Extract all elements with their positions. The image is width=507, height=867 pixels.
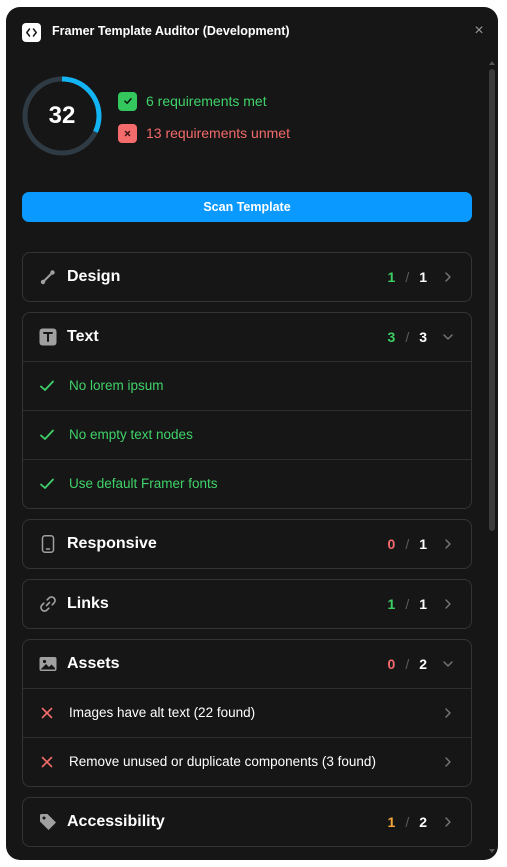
section-text: Text 3 / 3 No lorem ipsum No empty text no… (22, 312, 472, 509)
requirements-unmet: 13 requirements unmet (118, 123, 290, 143)
section-header-text[interactable]: Text 3 / 3 (23, 313, 471, 361)
close-icon[interactable]: × (469, 21, 489, 41)
section-count-assets: 0 / 2 (388, 656, 427, 672)
chevron-down-icon[interactable] (441, 657, 455, 671)
section-title-text: Text (67, 328, 99, 345)
scroll-thumb[interactable] (489, 69, 495, 531)
section-header-links[interactable]: Links 1 / 1 (23, 580, 471, 628)
check-icon (118, 91, 137, 111)
image-icon (39, 657, 57, 671)
passed-count: 1 (387, 814, 396, 830)
x-icon (41, 756, 53, 768)
section-title-assets: Assets (67, 655, 120, 672)
section-header-accessibility[interactable]: Accessibility 1 / 2 (23, 798, 471, 846)
section-count-design: 1 / 1 (388, 269, 427, 285)
passed-count: 3 (387, 329, 396, 345)
section-header-assets[interactable]: Assets 0 / 2 (23, 640, 471, 688)
chevron-right-icon[interactable] (441, 815, 455, 829)
section-count-text: 3 / 3 (388, 329, 427, 345)
count-separator: / (405, 536, 410, 552)
item-label: Use default Framer fonts (69, 476, 218, 491)
auditor-window: Framer Template Auditor (Development) × … (6, 7, 498, 860)
item-label: Images have alt text (22 found) (69, 705, 256, 720)
total-count: 2 (419, 814, 427, 830)
section-header-design[interactable]: Design 1 / 1 (23, 253, 471, 301)
passed-count: 1 (387, 596, 396, 612)
count-separator: / (405, 814, 410, 830)
code-icon (22, 23, 41, 42)
item-label: No lorem ipsum (69, 378, 164, 393)
count-separator: / (405, 656, 410, 672)
section-header-responsive[interactable]: Responsive 0 / 1 (23, 520, 471, 568)
chevron-right-icon[interactable] (441, 706, 455, 720)
scroll-down-arrow-icon[interactable] (489, 849, 495, 853)
text-icon (39, 328, 57, 346)
total-count: 1 (419, 536, 427, 552)
list-item[interactable]: Images have alt text (22 found) (23, 688, 471, 737)
requirements-met: 6 requirements met (118, 91, 267, 111)
x-icon (118, 123, 137, 143)
check-icon (40, 429, 54, 440)
count-separator: / (405, 329, 410, 345)
window-title: Framer Template Auditor (Development) (52, 24, 290, 38)
link-icon (40, 596, 56, 612)
chevron-right-icon[interactable] (441, 270, 455, 284)
requirements-unmet-label: 13 requirements unmet (146, 125, 290, 141)
total-count: 3 (419, 329, 427, 345)
passed-count: 1 (387, 269, 396, 285)
pen-tool-icon (40, 270, 55, 285)
passed-count: 0 (387, 656, 396, 672)
section-assets: Assets 0 / 2 Images have alt text (22 foun… (22, 639, 472, 787)
list-item: Use default Framer fonts (23, 459, 471, 508)
total-count: 1 (419, 269, 427, 285)
section-title-accessibility: Accessibility (67, 813, 165, 830)
requirements-met-label: 6 requirements met (146, 93, 267, 109)
passed-count: 0 (387, 536, 396, 552)
list-item: No empty text nodes (23, 410, 471, 459)
check-icon (40, 478, 54, 489)
total-count: 1 (419, 596, 427, 612)
section-count-links: 1 / 1 (388, 596, 427, 612)
title-bar: Framer Template Auditor (Development) × (6, 7, 498, 57)
chevron-right-icon[interactable] (441, 755, 455, 769)
check-icon (40, 380, 54, 391)
score-value: 32 (48, 102, 76, 129)
item-label: Remove unused or duplicate components (3… (69, 754, 376, 769)
chevron-down-icon[interactable] (441, 330, 455, 344)
item-label: No empty text nodes (69, 427, 193, 442)
total-count: 2 (419, 656, 427, 672)
phone-icon (41, 535, 55, 553)
scroll-up-arrow-icon[interactable] (489, 61, 495, 65)
x-icon (41, 707, 53, 719)
list-item: No lorem ipsum (23, 361, 471, 410)
section-design: Design 1 / 1 (22, 252, 472, 302)
section-count-accessibility: 1 / 2 (388, 814, 427, 830)
count-separator: / (405, 269, 410, 285)
chevron-right-icon[interactable] (441, 597, 455, 611)
section-title-design: Design (67, 268, 121, 285)
chevron-right-icon[interactable] (441, 537, 455, 551)
section-accessibility: Accessibility 1 / 2 (22, 797, 472, 847)
scrollbar[interactable] (488, 59, 496, 857)
count-separator: / (405, 596, 410, 612)
section-responsive: Responsive 0 / 1 (22, 519, 472, 569)
section-title-links: Links (67, 595, 109, 612)
tag-icon (40, 814, 56, 830)
section-count-responsive: 0 / 1 (388, 536, 427, 552)
section-title-responsive: Responsive (67, 535, 157, 552)
list-item[interactable]: Remove unused or duplicate components (3… (23, 737, 471, 786)
scan-template-button[interactable]: Scan Template (22, 192, 472, 222)
section-links: Links 1 / 1 (22, 579, 472, 629)
